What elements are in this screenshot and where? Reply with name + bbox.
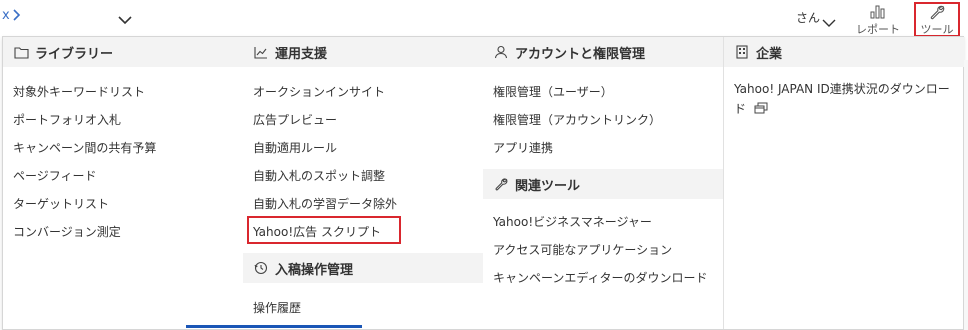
account-header: アカウントと権限管理 <box>483 37 723 67</box>
menu-item-automated-rules[interactable]: 自動適用ルール <box>253 139 337 156</box>
user-name[interactable]: さん <box>796 9 820 26</box>
related-tools-header: 関連ツール <box>483 169 723 199</box>
menu-item-accessible-apps[interactable]: アクセス可能なアプリケーション <box>493 241 672 258</box>
menu-item-ad-preview[interactable]: 広告プレビュー <box>253 111 337 128</box>
building-icon <box>734 44 750 60</box>
tools-dropdown-menu: ライブラリー 対象外キーワードリスト ポートフォリオ入札 キャンペーン間の共有予… <box>2 36 965 330</box>
operation-header: 運用支援 <box>243 37 483 67</box>
folder-icon <box>13 44 29 60</box>
menu-item-permission-user[interactable]: 権限管理（ユーザー） <box>493 83 613 100</box>
menu-item-campaign-editor-download[interactable]: キャンペーンエディターのダウンロード <box>493 269 708 286</box>
history-icon <box>253 260 269 276</box>
operation-title: 運用支援 <box>275 46 328 62</box>
bar-chart-icon <box>870 3 886 23</box>
related-tools-title: 関連ツール <box>515 178 581 194</box>
tool-label: ツール <box>920 23 954 36</box>
menu-item-portfolio-bidding[interactable]: ポートフォリオ入札 <box>13 111 121 128</box>
history-header: 入稿操作管理 <box>243 253 483 283</box>
chevron-right-icon[interactable] <box>12 8 22 26</box>
background-tab-indicator <box>186 325 362 328</box>
company-column: 企業 Yahoo! JAPAN ID連携状況のダウンロード <box>723 37 965 329</box>
chart-line-icon <box>253 44 269 60</box>
account-title: アカウントと権限管理 <box>515 46 646 62</box>
highlight-box <box>247 216 401 244</box>
history-title: 入稿操作管理 <box>275 262 354 278</box>
breadcrumb-fragment[interactable]: x <box>2 8 10 23</box>
company-header: 企業 <box>724 37 965 67</box>
menu-item-business-manager[interactable]: Yahoo!ビジネスマネージャー <box>493 213 652 230</box>
menu-item-permission-account-link[interactable]: 権限管理（アカウントリンク） <box>493 111 661 128</box>
background-page-edge <box>964 60 968 330</box>
menu-item-operation-history[interactable]: 操作履歴 <box>253 299 301 316</box>
chevron-down-icon[interactable] <box>118 10 132 29</box>
person-icon <box>493 44 509 60</box>
menu-item-auction-insights[interactable]: オークションインサイト <box>253 83 385 100</box>
menu-item-target-list[interactable]: ターゲットリスト <box>13 195 109 212</box>
company-title: 企業 <box>756 46 783 62</box>
report-button[interactable]: レポート <box>852 3 904 36</box>
top-bar: x さん レポート ツール <box>0 0 968 37</box>
menu-item-shared-budget[interactable]: キャンペーン間の共有予算 <box>13 139 156 156</box>
menu-item-conversion-tracking[interactable]: コンバージョン測定 <box>13 223 121 240</box>
menu-item-app-integration[interactable]: アプリ連携 <box>493 139 553 156</box>
library-title: ライブラリー <box>35 46 114 62</box>
library-column: ライブラリー 対象外キーワードリスト ポートフォリオ入札 キャンペーン間の共有予… <box>3 37 243 329</box>
menu-item-yahoo-id-download[interactable]: Yahoo! JAPAN ID連携状況のダウンロード <box>734 79 960 120</box>
menu-item-bid-spot-adjustment[interactable]: 自動入札のスポット調整 <box>253 167 385 184</box>
user-menu-chevron-icon[interactable] <box>822 13 836 32</box>
operation-column: 運用支援 オークションインサイト 広告プレビュー 自動適用ルール 自動入札のスポ… <box>243 37 483 329</box>
library-header: ライブラリー <box>3 37 243 67</box>
account-column: アカウントと権限管理 権限管理（ユーザー） 権限管理（アカウントリンク） アプリ… <box>483 37 723 329</box>
external-window-icon <box>754 100 768 120</box>
menu-item-page-feed[interactable]: ページフィード <box>13 167 97 184</box>
tool-button[interactable]: ツール <box>914 2 960 37</box>
menu-item-negative-keyword-list[interactable]: 対象外キーワードリスト <box>13 83 145 100</box>
wrench-icon <box>493 176 509 192</box>
menu-item-learning-data-exclusion[interactable]: 自動入札の学習データ除外 <box>253 195 397 212</box>
report-label: レポート <box>856 23 900 36</box>
